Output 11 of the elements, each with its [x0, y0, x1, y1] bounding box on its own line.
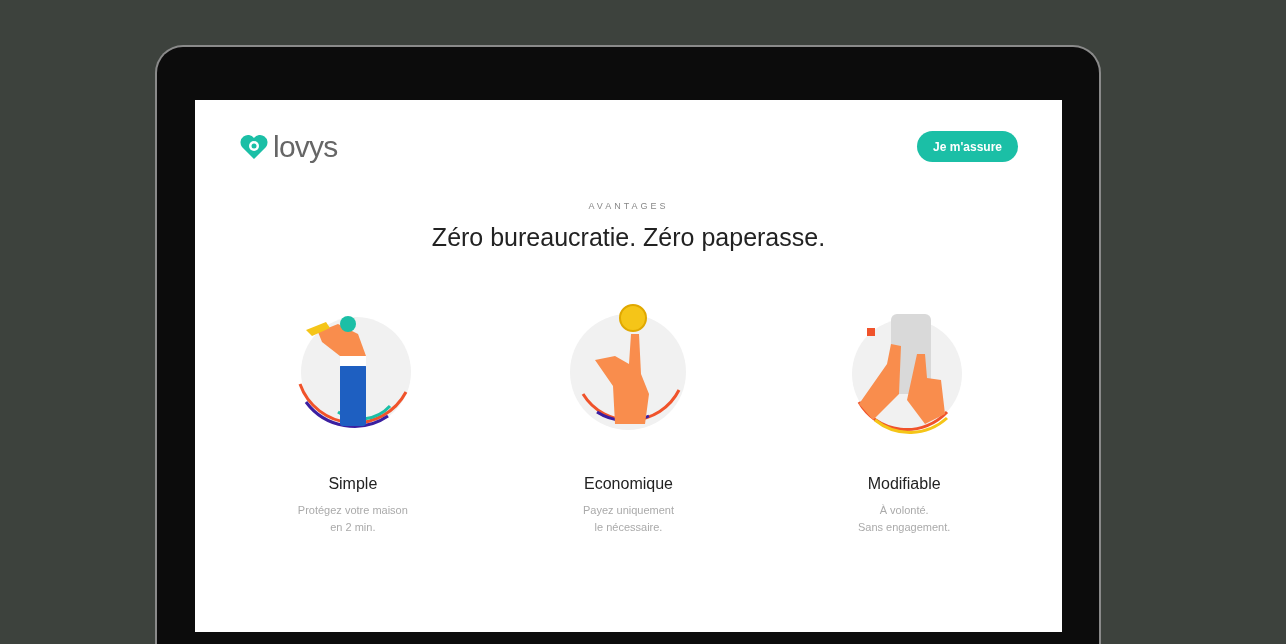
feature-title: Simple: [328, 474, 378, 494]
feature-title: Modifiable: [867, 474, 941, 494]
logo-text: lovys: [273, 131, 338, 162]
heart-logo-icon: [239, 132, 269, 161]
insure-button[interactable]: Je m'assure: [917, 131, 1018, 162]
section-eyebrow: AVANTAGES: [588, 200, 669, 213]
feature-description: Payez uniquement le nécessaire.: [582, 503, 675, 535]
feature-description: Protégez votre maison en 2 min.: [297, 503, 408, 535]
feature-title: Economique: [584, 474, 673, 494]
section-heading: Zéro bureaucratie. Zéro paperasse.: [431, 221, 826, 253]
feature-description: À volonté. Sans engagement.: [857, 503, 951, 535]
